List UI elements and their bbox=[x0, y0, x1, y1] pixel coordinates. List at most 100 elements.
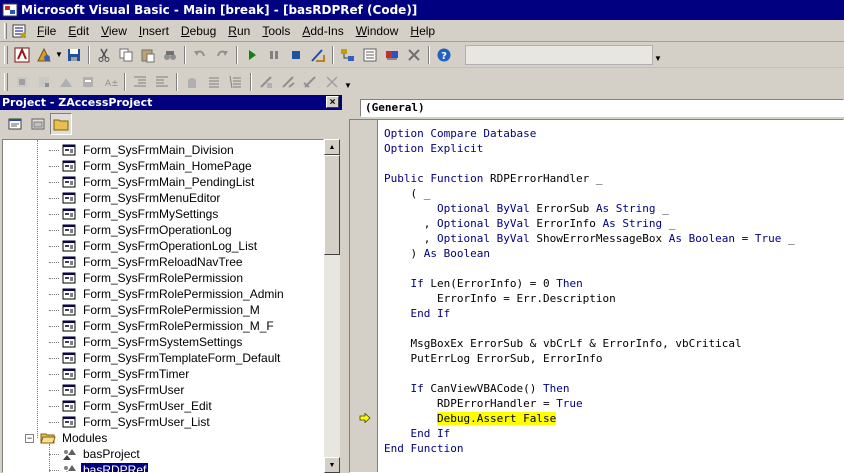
tree-vertical-scrollbar[interactable]: ▲ ▼ bbox=[324, 139, 340, 473]
code-line[interactable]: Option Explicit bbox=[384, 141, 843, 156]
tree-item[interactable]: basRDPRef bbox=[61, 462, 149, 472]
code-line[interactable]: ( _ bbox=[384, 186, 843, 201]
view-code-button[interactable] bbox=[4, 113, 26, 135]
tree-item[interactable]: Form_SysFrmMenuEditor bbox=[61, 190, 222, 206]
list-constants-button[interactable] bbox=[33, 71, 55, 93]
menu-file[interactable]: File bbox=[31, 22, 62, 40]
menu-insert[interactable]: Insert bbox=[133, 22, 175, 40]
code-line[interactable]: ) As Boolean bbox=[384, 246, 843, 261]
code-line[interactable]: Public Function RDPErrorHandler _ bbox=[384, 171, 843, 186]
code-line[interactable]: End Function bbox=[384, 441, 843, 456]
tree-item[interactable]: Form_SysFrmUser_Edit bbox=[61, 398, 214, 414]
redo-button[interactable] bbox=[211, 44, 233, 66]
view-access-button[interactable] bbox=[11, 44, 33, 66]
cut-button[interactable] bbox=[93, 44, 115, 66]
toolbar-grip[interactable] bbox=[4, 45, 8, 64]
tree-item[interactable]: Form_SysFrmMain_HomePage bbox=[61, 158, 254, 174]
tree-item[interactable]: Form_SysFrmRolePermission_Admin bbox=[61, 286, 286, 302]
parameter-info-button[interactable] bbox=[77, 71, 99, 93]
menu-debug[interactable]: Debug bbox=[175, 22, 222, 40]
tree-item[interactable]: Form_SysFrmReloadNavTree bbox=[61, 254, 245, 270]
toggle-breakpoint-button[interactable] bbox=[181, 71, 203, 93]
run-button[interactable] bbox=[241, 44, 263, 66]
clear-bookmarks-button[interactable] bbox=[321, 71, 343, 93]
complete-word-button[interactable]: A± bbox=[99, 71, 121, 93]
uncomment-block-button[interactable] bbox=[225, 71, 247, 93]
code-line[interactable]: If Len(ErrorInfo) = 0 Then bbox=[384, 276, 843, 291]
tree-item[interactable]: Form_SysFrmOperationLog_List bbox=[61, 238, 259, 254]
toolbar-options-arrow[interactable]: ▼ bbox=[343, 71, 353, 93]
module-window-icon[interactable] bbox=[11, 23, 27, 39]
tree-item[interactable]: Form_SysFrmRolePermission_M_F bbox=[61, 318, 276, 334]
code-line[interactable]: PutErrLog ErrorSub, ErrorInfo bbox=[384, 351, 843, 366]
save-button[interactable] bbox=[63, 44, 85, 66]
toolbar-grip[interactable] bbox=[4, 73, 8, 91]
toggle-folders-button[interactable] bbox=[50, 113, 72, 135]
tree-item[interactable]: Form_SysFrmRolePermission bbox=[61, 270, 245, 286]
reset-button[interactable] bbox=[285, 44, 307, 66]
code-line[interactable]: End If bbox=[384, 426, 843, 441]
tree-item[interactable]: − Modules bbox=[25, 430, 109, 446]
undo-button[interactable] bbox=[189, 44, 211, 66]
code-line[interactable] bbox=[384, 261, 843, 276]
tree-item[interactable]: Form_SysFrmUser bbox=[61, 382, 186, 398]
tree-item[interactable]: Form_SysFrmMain_Division bbox=[61, 142, 236, 158]
design-mode-button[interactable] bbox=[307, 44, 329, 66]
copy-button[interactable] bbox=[115, 44, 137, 66]
insert-module-button[interactable] bbox=[33, 44, 55, 66]
code-line[interactable]: MsgBoxEx ErrorSub & vbCrLf & ErrorInfo, … bbox=[384, 336, 843, 351]
code-line[interactable]: Debug.Assert False bbox=[384, 411, 843, 426]
code-line[interactable] bbox=[384, 366, 843, 381]
object-browser-button[interactable] bbox=[381, 44, 403, 66]
help-button[interactable]: ? bbox=[433, 44, 455, 66]
tree-item[interactable]: Form_SysFrmSystemSettings bbox=[61, 334, 244, 350]
menu-help[interactable]: Help bbox=[404, 22, 441, 40]
tree-item[interactable]: Form_SysFrmUser_List bbox=[61, 414, 212, 430]
project-explorer-button[interactable] bbox=[337, 44, 359, 66]
paste-button[interactable] bbox=[137, 44, 159, 66]
code-line[interactable]: , Optional ByVal ErrorInfo As String _ bbox=[384, 216, 843, 231]
tree-item[interactable]: Form_SysFrmTemplateForm_Default bbox=[61, 350, 282, 366]
tree-item[interactable]: Form_SysFrmTimer bbox=[61, 366, 191, 382]
break-button[interactable] bbox=[263, 44, 285, 66]
code-line[interactable]: Optional ByVal ErrorSub As String _ bbox=[384, 201, 843, 216]
tree-item[interactable]: Form_SysFrmOperationLog bbox=[61, 222, 234, 238]
code-line[interactable]: RDPErrorHandler = True bbox=[384, 396, 843, 411]
indent-button[interactable] bbox=[129, 71, 151, 93]
menu-addins[interactable]: Add-Ins bbox=[296, 22, 349, 40]
menu-window[interactable]: Window bbox=[350, 22, 405, 40]
toggle-bookmark-button[interactable] bbox=[255, 71, 277, 93]
code-editor[interactable]: Option Compare Database Option Explicit P… bbox=[349, 119, 844, 473]
menubar-grip[interactable] bbox=[4, 22, 7, 39]
insert-dropdown-arrow[interactable]: ▼ bbox=[55, 44, 63, 66]
menu-run[interactable]: Run bbox=[222, 22, 256, 40]
scroll-down-button[interactable]: ▼ bbox=[324, 457, 340, 473]
collapse-expander[interactable]: − bbox=[25, 433, 34, 443]
menu-edit[interactable]: Edit bbox=[62, 22, 95, 40]
tree-item[interactable]: basProject bbox=[61, 446, 142, 462]
menu-view[interactable]: View bbox=[95, 22, 133, 40]
code-line[interactable]: End If bbox=[384, 306, 843, 321]
code-line[interactable]: Option Compare Database bbox=[384, 126, 843, 141]
scroll-thumb[interactable] bbox=[324, 155, 340, 255]
code-line[interactable]: ErrorInfo = Err.Description bbox=[384, 291, 843, 306]
menu-tools[interactable]: Tools bbox=[256, 22, 296, 40]
scroll-up-button[interactable]: ▲ bbox=[324, 139, 340, 155]
next-bookmark-button[interactable] bbox=[277, 71, 299, 93]
find-button[interactable] bbox=[159, 44, 181, 66]
toolbar-options-arrow[interactable]: ▼ bbox=[653, 44, 663, 66]
previous-bookmark-button[interactable] bbox=[299, 71, 321, 93]
tree-item[interactable]: Form_SysFrmRolePermission_M bbox=[61, 302, 262, 318]
quick-info-button[interactable] bbox=[55, 71, 77, 93]
comment-block-button[interactable] bbox=[203, 71, 225, 93]
margin-indicator-bar[interactable] bbox=[350, 120, 378, 472]
outdent-button[interactable] bbox=[151, 71, 173, 93]
view-object-button[interactable] bbox=[27, 113, 49, 135]
code-line[interactable]: , Optional ByVal ShowErrorMessageBox As … bbox=[384, 231, 843, 246]
properties-button[interactable] bbox=[359, 44, 381, 66]
list-properties-button[interactable] bbox=[11, 71, 33, 93]
project-close-button[interactable]: × bbox=[326, 96, 339, 108]
code-line[interactable] bbox=[384, 156, 843, 171]
toolbox-button[interactable] bbox=[403, 44, 425, 66]
code-line[interactable]: If CanViewVBACode() Then bbox=[384, 381, 843, 396]
